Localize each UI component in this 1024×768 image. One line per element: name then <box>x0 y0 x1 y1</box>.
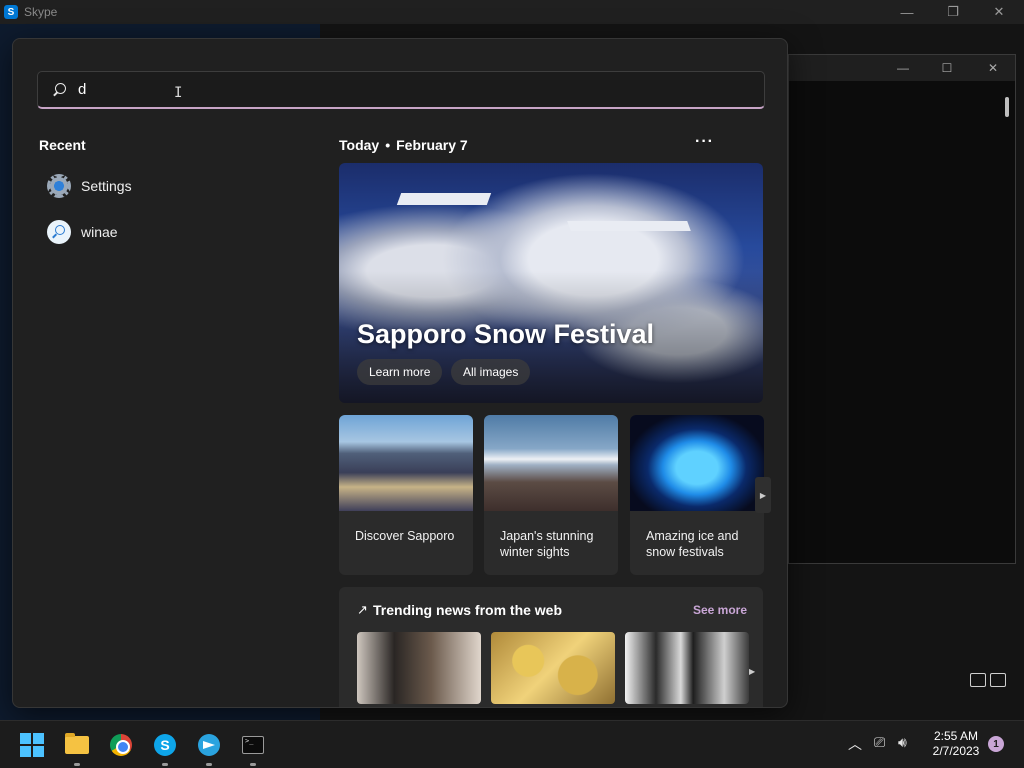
trending-section: ↗ Trending news from the web See more ▶ <box>339 587 763 707</box>
skype-titlebar: S Skype — ❐ ✕ <box>0 0 1024 24</box>
hero-decoration <box>567 221 691 231</box>
card-japan-winter-sights[interactable]: Japan's stunning winter sights <box>484 415 618 575</box>
running-indicator <box>74 763 80 766</box>
start-button[interactable] <box>18 731 46 759</box>
card-image <box>630 415 764 511</box>
card-label: Amazing ice and snow festivals <box>646 529 739 559</box>
running-indicator <box>206 763 212 766</box>
skype-window-title: Skype <box>24 5 58 19</box>
minimize-icon[interactable]: — <box>881 55 925 81</box>
volume-icon[interactable]: 🔊︎ <box>898 734 907 751</box>
chrome-button[interactable] <box>107 731 135 759</box>
search-panel: I Recent Settings winae Today•February 7… <box>12 38 788 708</box>
skype-button[interactable]: S <box>151 731 179 766</box>
card-image <box>484 415 618 511</box>
news-thumbnail[interactable] <box>625 632 749 704</box>
trending-icon: ↗ <box>357 602 368 617</box>
recent-item-label: Settings <box>81 178 132 194</box>
recent-heading: Recent <box>39 137 86 153</box>
skype-icon: S <box>154 734 176 756</box>
news-thumbnail[interactable] <box>357 632 481 704</box>
search-box[interactable] <box>37 71 765 109</box>
clock-time: 2:55 AM <box>933 729 979 743</box>
card-discover-sapporo[interactable]: Discover Sapporo <box>339 415 473 575</box>
maximize-icon[interactable]: ☐ <box>925 55 969 81</box>
scrollbar-thumb[interactable] <box>1005 97 1009 117</box>
file-explorer-button[interactable] <box>63 731 91 766</box>
chevron-right-icon[interactable]: ▶ <box>755 477 771 513</box>
close-icon[interactable]: ✕ <box>971 55 1015 81</box>
card-label: Discover Sapporo <box>355 529 455 543</box>
chrome-icon <box>110 734 132 756</box>
notification-badge[interactable]: 1 <box>988 736 1004 752</box>
running-indicator <box>250 763 256 766</box>
minimize-icon[interactable]: — <box>884 0 930 24</box>
all-images-button[interactable]: All images <box>451 359 531 385</box>
skype-logo-icon: S <box>4 5 18 19</box>
recent-item-label: winae <box>81 224 118 240</box>
terminal-button[interactable]: >_ <box>239 731 267 766</box>
hero-title: Sapporo Snow Festival <box>357 319 655 349</box>
windows-logo-icon <box>20 733 44 757</box>
terminal-window[interactable]: — ☐ ✕ <box>788 54 1016 564</box>
view-toggles <box>970 673 1006 687</box>
chevron-up-icon[interactable]: ︿ <box>848 734 862 754</box>
recent-item-settings[interactable]: Settings <box>47 169 287 203</box>
search-icon <box>47 220 71 244</box>
search-icon <box>52 82 68 98</box>
system-clock[interactable]: 2:55 AM 2/7/2023 <box>930 729 982 759</box>
card-label: Japan's stunning winter sights <box>500 529 594 559</box>
restore-icon[interactable]: ❐ <box>930 0 976 24</box>
text-cursor-icon: I <box>174 85 183 101</box>
today-heading: Today • February 7 <box>339 137 468 153</box>
card-ice-snow-festivals[interactable]: Amazing ice and snow festivals <box>630 415 764 575</box>
network-icon[interactable]: ⎚ <box>874 734 885 751</box>
card-image <box>339 415 473 511</box>
gear-icon <box>47 174 71 198</box>
grid-view-icon[interactable] <box>990 673 1006 687</box>
folder-icon <box>65 733 89 754</box>
running-indicator <box>162 763 168 766</box>
clock-date: 2/7/2023 <box>932 744 980 758</box>
news-thumbnail[interactable] <box>491 632 615 704</box>
list-view-icon[interactable] <box>970 673 986 687</box>
telegram-icon <box>198 734 220 756</box>
trending-title: Trending news from the web <box>373 602 563 618</box>
terminal-titlebar: — ☐ ✕ <box>789 55 1015 81</box>
more-options-icon[interactable]: ··· <box>695 133 714 151</box>
hero-card[interactable]: Sapporo Snow Festival Learn more All ima… <box>339 163 763 403</box>
telegram-button[interactable] <box>195 731 223 766</box>
recent-item-winae[interactable]: winae <box>47 215 287 249</box>
chevron-right-icon[interactable]: ▶ <box>749 667 755 676</box>
close-icon[interactable]: ✕ <box>976 0 1022 24</box>
taskbar: S >_ <box>0 720 1024 768</box>
terminal-icon: >_ <box>242 736 264 754</box>
learn-more-button[interactable]: Learn more <box>357 359 443 385</box>
hero-decoration <box>396 193 492 205</box>
see-more-link[interactable]: See more <box>693 603 747 617</box>
